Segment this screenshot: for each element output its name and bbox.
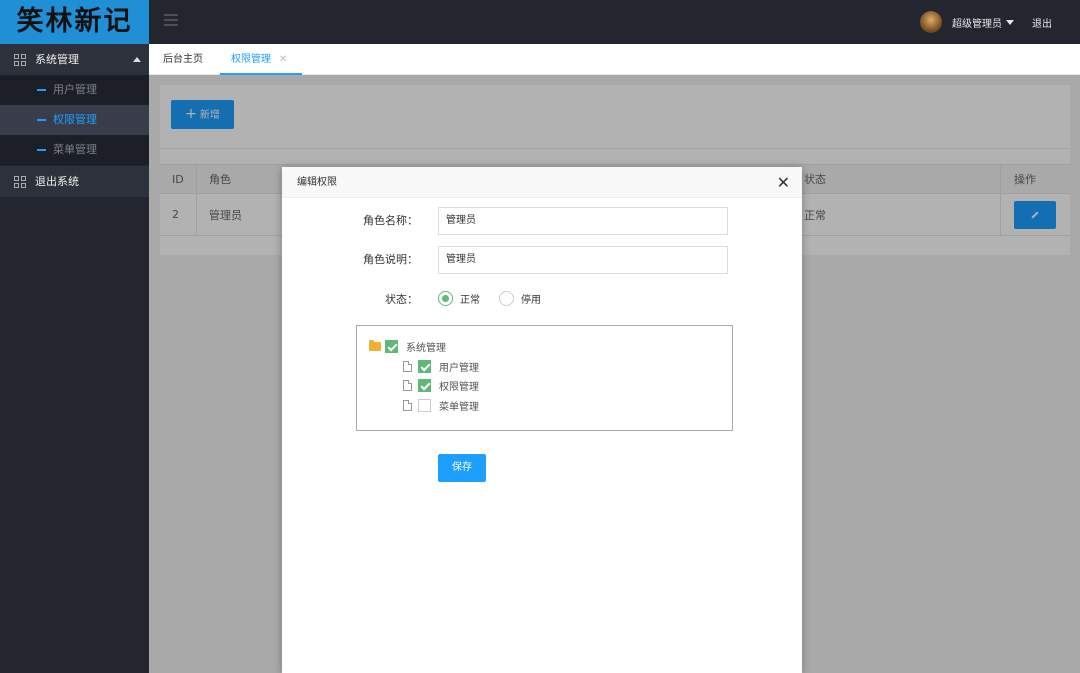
checkbox[interactable] — [385, 339, 398, 353]
tree-node-label: 菜单管理 — [439, 401, 479, 413]
status-radio-normal[interactable]: 正常 — [438, 291, 480, 306]
close-icon[interactable]: ✕ — [279, 54, 287, 65]
file-icon — [403, 379, 412, 391]
chevron-up-icon — [133, 57, 141, 62]
sidebar-item-users[interactable]: 用户管理 — [0, 75, 149, 105]
sidebar-item-label: 菜单管理 — [53, 143, 97, 156]
user-area: 超级管理员 退出 — [920, 0, 1052, 44]
role-name-row: 角色名称： 管理员 — [282, 207, 802, 235]
grid-icon — [14, 175, 26, 188]
checkbox[interactable] — [418, 398, 431, 412]
sidebar-group-exit[interactable]: 退出系统 — [0, 166, 149, 197]
file-icon — [403, 399, 412, 411]
sidebar-item-permissions[interactable]: 权限管理 — [0, 105, 149, 135]
tree-node-menus[interactable]: 菜单管理 — [403, 397, 479, 413]
menu-toggle-icon[interactable] — [164, 14, 178, 28]
sidebar-group-system[interactable]: 系统管理 — [0, 44, 149, 75]
radio-checked-icon — [438, 291, 453, 306]
tab-label: 权限管理 — [231, 54, 271, 65]
grid-icon — [14, 53, 26, 66]
sidebar-group-label: 退出系统 — [35, 175, 79, 188]
save-button[interactable]: 保存 — [438, 454, 486, 482]
tab-bar: 后台主页 权限管理 ✕ — [149, 44, 1080, 75]
dialog-title: 编辑权限 — [297, 177, 337, 188]
role-desc-row: 角色说明： 管理员 — [282, 246, 802, 274]
sidebar: 系统管理 用户管理 权限管理 菜单管理 退出系统 — [0, 44, 149, 673]
edit-permission-dialog: 编辑权限 ✕ 角色名称： 管理员 角色说明： 管理员 状态： 正常 停用 系统管… — [282, 167, 802, 673]
file-icon — [403, 360, 412, 372]
close-icon[interactable]: ✕ — [777, 167, 790, 198]
role-desc-label: 角色说明： — [363, 253, 418, 266]
user-name[interactable]: 超级管理员 — [952, 15, 1002, 30]
status-label: 状态： — [385, 293, 418, 306]
sidebar-item-label: 用户管理 — [53, 83, 97, 96]
radio-label: 停用 — [521, 295, 541, 306]
checkbox[interactable] — [418, 359, 431, 373]
tab-home[interactable]: 后台主页 — [163, 44, 203, 75]
sidebar-item-menus[interactable]: 菜单管理 — [0, 135, 149, 165]
role-name-input[interactable]: 管理员 — [438, 207, 728, 235]
status-row: 状态： 正常 停用 — [282, 286, 802, 314]
dialog-header: 编辑权限 ✕ — [282, 167, 802, 198]
tree-node-label: 权限管理 — [439, 381, 479, 393]
folder-open-icon[interactable] — [369, 339, 381, 351]
permission-tree: 系统管理 用户管理 权限管理 菜单管理 — [356, 325, 733, 431]
tab-permissions[interactable]: 权限管理 ✕ — [220, 44, 302, 75]
logo: 笑林新记 — [0, 0, 149, 44]
top-bar: 笑林新记 超级管理员 退出 — [0, 0, 1080, 44]
tab-label: 后台主页 — [163, 54, 203, 65]
logout-link[interactable]: 退出 — [1032, 15, 1052, 30]
tree-node-label: 系统管理 — [406, 342, 446, 354]
sidebar-group-label: 系统管理 — [35, 53, 79, 66]
tree-node-permissions[interactable]: 权限管理 — [403, 377, 479, 393]
role-desc-input[interactable]: 管理员 — [438, 246, 728, 274]
tree-node-label: 用户管理 — [439, 362, 479, 374]
radio-label: 正常 — [460, 295, 480, 306]
tree-node-users[interactable]: 用户管理 — [403, 358, 479, 374]
role-name-label: 角色名称： — [363, 214, 418, 227]
sidebar-item-label: 权限管理 — [53, 113, 97, 126]
status-radio-disabled[interactable]: 停用 — [499, 291, 541, 306]
checkbox[interactable] — [418, 378, 431, 392]
tree-node-root[interactable]: 系统管理 — [369, 338, 446, 354]
avatar[interactable] — [920, 11, 942, 33]
radio-unchecked-icon — [499, 291, 514, 306]
sidebar-submenu: 用户管理 权限管理 菜单管理 — [0, 75, 149, 165]
chevron-down-icon[interactable] — [1006, 19, 1014, 25]
